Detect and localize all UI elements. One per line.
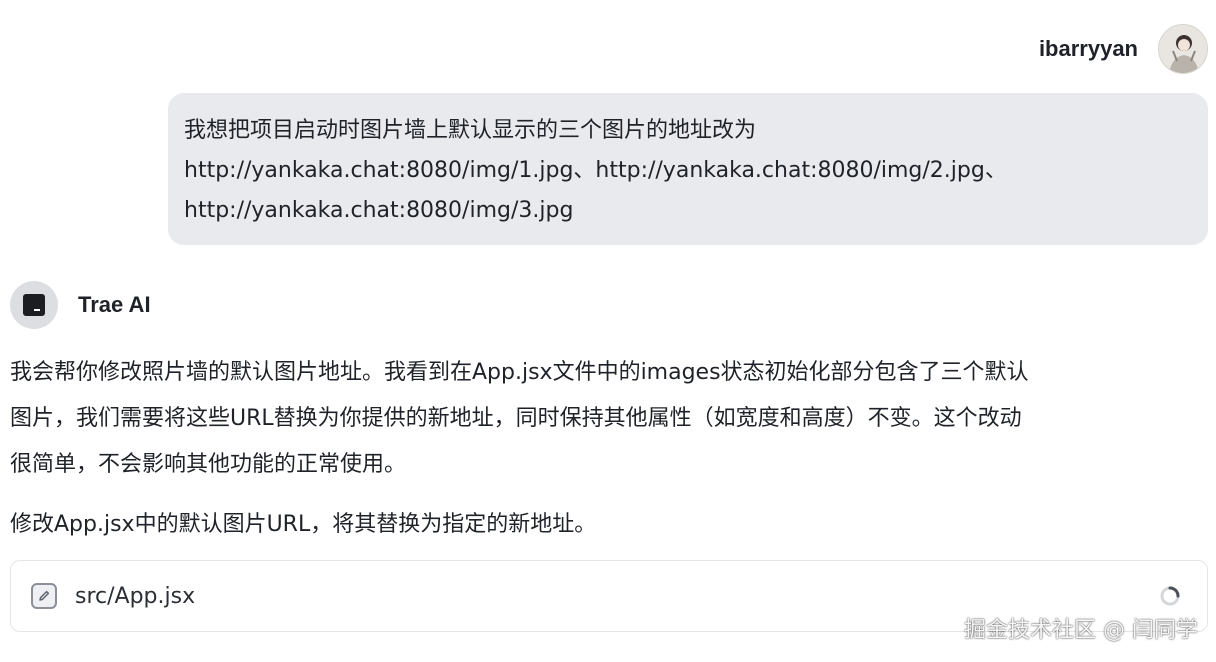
loading-spinner-icon	[1160, 586, 1180, 606]
user-message-bubble: 我想把项目启动时图片墙上默认显示的三个图片的地址改为 http://yankak…	[168, 93, 1208, 245]
assistant-message-body: 我会帮你修改照片墙的默认图片地址。我看到在App.jsx文件中的images状态…	[10, 350, 1210, 548]
edit-file-icon	[31, 583, 57, 609]
user-message-line: 我想把项目启动时图片墙上默认显示的三个图片的地址改为	[184, 118, 757, 143]
user-message-line: http://yankaka.chat:8080/img/3.jpg	[184, 198, 574, 223]
assistant-text-line: 我会帮你修改照片墙的默认图片地址。我看到在App.jsx文件中的images状态…	[10, 360, 1029, 385]
assistant-text-line: 很简单，不会影响其他功能的正常使用。	[10, 452, 407, 477]
chat-panel: ibarryyan 我想把项目启动时图片墙上默认显示的三个图片的地址改为 htt…	[0, 0, 1216, 662]
user-avatar-photo-icon	[1159, 25, 1207, 73]
file-name[interactable]: src/App.jsx	[75, 584, 1159, 609]
assistant-message-header: Trae AI	[10, 280, 151, 330]
watermark: 掘金技术社区 @ 闫同学	[964, 618, 1198, 643]
assistant-name: Trae AI	[78, 292, 151, 317]
assistant-text-line: 图片，我们需要将这些URL替换为你提供的新地址，同时保持其他属性（如宽度和高度）…	[10, 406, 1022, 431]
user-name: ibarryyan	[1038, 36, 1138, 61]
user-avatar[interactable]	[1158, 24, 1208, 74]
assistant-plan-text: 修改App.jsx中的默认图片URL，将其替换为指定的新地址。	[10, 512, 597, 537]
assistant-avatar	[10, 281, 58, 329]
trae-logo-icon	[23, 294, 45, 316]
user-message-line: http://yankaka.chat:8080/img/1.jpg、http:…	[184, 158, 1007, 183]
user-message-header: ibarryyan	[1039, 24, 1208, 74]
